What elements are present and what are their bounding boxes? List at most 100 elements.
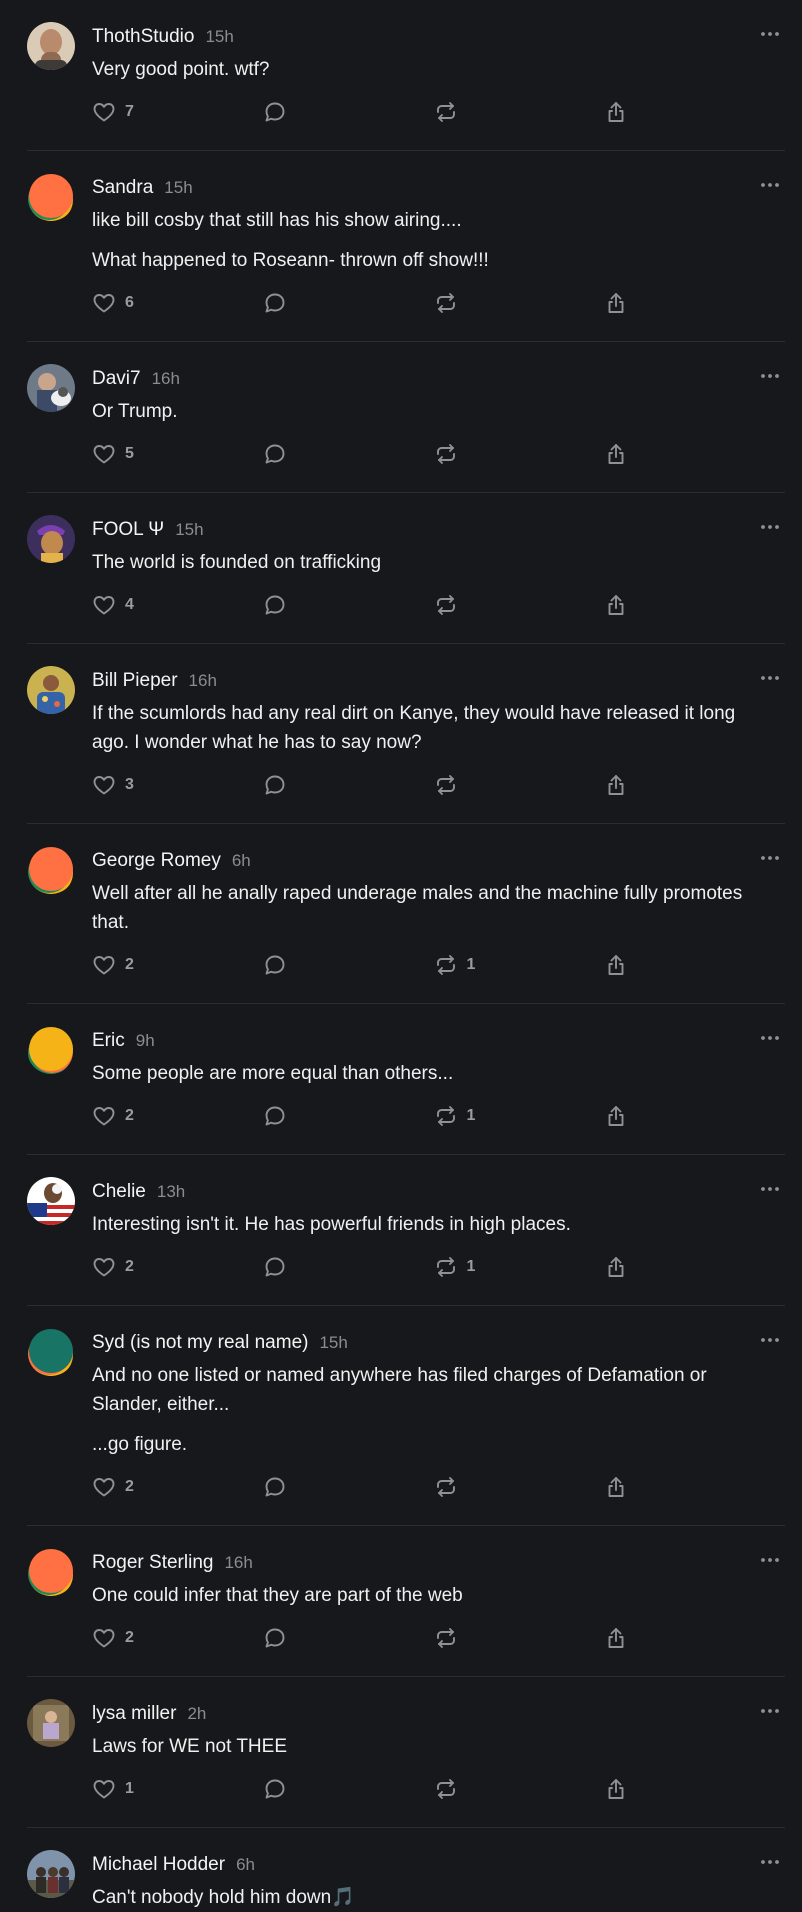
reply-button[interactable] <box>263 1475 434 1499</box>
comment-bubble-icon <box>263 1104 287 1128</box>
avatar[interactable] <box>27 1026 75 1074</box>
more-dots-icon[interactable] <box>757 1701 783 1721</box>
author-name[interactable]: George Romey <box>92 850 221 872</box>
more-dots-icon[interactable] <box>757 175 783 195</box>
reply-button[interactable] <box>263 773 434 797</box>
comment-text: The world is founded on trafficking <box>92 552 382 573</box>
repost-button[interactable]: 1 <box>434 1255 605 1279</box>
share-button[interactable] <box>604 1104 775 1128</box>
author-name[interactable]: Bill Pieper <box>92 670 178 692</box>
avatar[interactable] <box>27 515 75 563</box>
like-button[interactable]: 2 <box>92 1104 263 1128</box>
author-name[interactable]: Davi7 <box>92 368 141 390</box>
like-button[interactable]: 1 <box>92 1777 263 1801</box>
repost-icon <box>434 442 458 466</box>
action-bar: 4 <box>92 577 775 643</box>
comment-item: Davi7 16h Or Trump. 5 <box>27 342 785 493</box>
reply-button[interactable] <box>263 1777 434 1801</box>
share-button[interactable] <box>604 291 775 315</box>
share-button[interactable] <box>604 593 775 617</box>
author-name[interactable]: lysa miller <box>92 1703 176 1725</box>
action-bar: 5 <box>92 426 775 492</box>
timestamp: 13h <box>156 1182 186 1201</box>
share-button[interactable] <box>604 1475 775 1499</box>
like-count: 2 <box>125 1107 134 1124</box>
more-dots-icon[interactable] <box>757 1179 783 1199</box>
more-dots-icon[interactable] <box>757 517 783 537</box>
like-button[interactable]: 6 <box>92 291 263 315</box>
like-button[interactable]: 2 <box>92 953 263 977</box>
reply-button[interactable] <box>263 953 434 977</box>
repost-button[interactable]: 1 <box>434 1104 605 1128</box>
like-button[interactable]: 2 <box>92 1475 263 1499</box>
share-button[interactable] <box>604 1255 775 1279</box>
avatar[interactable] <box>27 22 75 70</box>
avatar[interactable] <box>27 1177 75 1225</box>
author-name[interactable]: Roger Sterling <box>92 1552 213 1574</box>
comment-bubble-icon <box>263 773 287 797</box>
reply-button[interactable] <box>263 593 434 617</box>
repost-button[interactable] <box>434 1777 605 1801</box>
more-dots-icon[interactable] <box>757 668 783 688</box>
more-dots-icon[interactable] <box>757 1028 783 1048</box>
repost-button[interactable] <box>434 442 605 466</box>
avatar[interactable] <box>27 364 75 412</box>
avatar[interactable] <box>27 1548 75 1596</box>
avatar[interactable] <box>27 666 75 714</box>
like-button[interactable]: 2 <box>92 1626 263 1650</box>
repost-button[interactable] <box>434 291 605 315</box>
repost-button[interactable] <box>434 100 605 124</box>
share-button[interactable] <box>604 953 775 977</box>
avatar[interactable] <box>27 1699 75 1747</box>
more-dots-icon[interactable] <box>757 24 783 44</box>
author-name[interactable]: FOOL Ψ <box>92 519 164 541</box>
comment-bubble-icon <box>263 593 287 617</box>
like-button[interactable]: 7 <box>92 100 263 124</box>
like-button[interactable]: 3 <box>92 773 263 797</box>
action-bar: 21 <box>92 1239 775 1305</box>
comment-bubble-icon <box>263 953 287 977</box>
reply-button[interactable] <box>263 291 434 315</box>
author-name[interactable]: ThothStudio <box>92 26 194 48</box>
more-dots-icon[interactable] <box>757 1330 783 1350</box>
more-dots-icon[interactable] <box>757 848 783 868</box>
reply-button[interactable] <box>263 1104 434 1128</box>
heart-icon <box>92 1104 116 1128</box>
avatar[interactable] <box>27 846 75 894</box>
reply-button[interactable] <box>263 442 434 466</box>
more-dots-icon[interactable] <box>757 1550 783 1570</box>
share-button[interactable] <box>604 773 775 797</box>
like-count: 2 <box>125 1258 134 1275</box>
author-name[interactable]: Sandra <box>92 177 153 199</box>
comment-text: One could infer that they are part of th… <box>92 1585 463 1606</box>
avatar[interactable] <box>27 1850 75 1898</box>
share-icon <box>604 593 628 617</box>
heart-icon <box>92 593 116 617</box>
share-button[interactable] <box>604 1626 775 1650</box>
avatar[interactable] <box>27 173 75 221</box>
avatar[interactable] <box>27 1328 75 1376</box>
more-dots-icon[interactable] <box>757 366 783 386</box>
share-button[interactable] <box>604 1777 775 1801</box>
like-button[interactable]: 2 <box>92 1255 263 1279</box>
author-name[interactable]: Syd (is not my real name) <box>92 1332 308 1354</box>
repost-button[interactable] <box>434 1626 605 1650</box>
share-icon <box>604 291 628 315</box>
share-button[interactable] <box>604 442 775 466</box>
reply-button[interactable] <box>263 1255 434 1279</box>
repost-button[interactable]: 1 <box>434 953 605 977</box>
repost-button[interactable] <box>434 773 605 797</box>
share-button[interactable] <box>604 100 775 124</box>
like-button[interactable]: 5 <box>92 442 263 466</box>
more-dots-icon[interactable] <box>757 1852 783 1872</box>
author-name[interactable]: Eric <box>92 1030 125 1052</box>
timestamp: 15h <box>205 27 234 46</box>
author-name[interactable]: Chelie <box>92 1181 146 1203</box>
reply-button[interactable] <box>263 100 434 124</box>
reply-button[interactable] <box>263 1626 434 1650</box>
comment-text: ...go figure. <box>92 1434 188 1455</box>
repost-button[interactable] <box>434 1475 605 1499</box>
repost-button[interactable] <box>434 593 605 617</box>
author-name[interactable]: Michael Hodder <box>92 1854 225 1876</box>
like-button[interactable]: 4 <box>92 593 263 617</box>
